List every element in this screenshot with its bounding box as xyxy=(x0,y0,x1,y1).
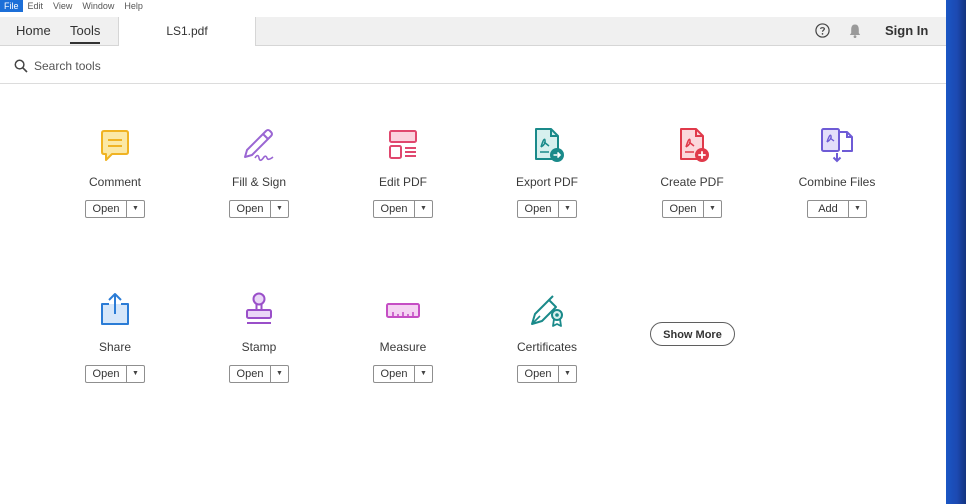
button-label: Open xyxy=(380,368,408,380)
button-label: Open xyxy=(92,203,120,215)
bell-icon[interactable] xyxy=(848,23,862,39)
open-button[interactable]: Open ▼ xyxy=(85,200,145,218)
tab-home[interactable]: Home xyxy=(16,17,51,45)
add-button[interactable]: Add ▼ xyxy=(807,200,867,218)
stamp-icon xyxy=(246,292,272,324)
tab-bar: Home Tools LS1.pdf Sign In xyxy=(0,17,946,46)
comment-icon xyxy=(101,130,129,161)
tool-label: Export PDF xyxy=(515,175,578,189)
edit-pdf-icon xyxy=(389,130,417,159)
create-pdf-icon xyxy=(680,128,709,162)
chevron-down-icon[interactable]: ▼ xyxy=(127,201,144,217)
tab-document[interactable]: LS1.pdf xyxy=(118,17,256,46)
menu-bar: File Edit View Window Help xyxy=(0,0,946,17)
button-label: Add xyxy=(818,203,838,215)
open-button[interactable]: Open ▼ xyxy=(85,365,145,383)
tool-label: Measure xyxy=(379,340,427,354)
fill-sign-icon xyxy=(244,129,274,162)
button-label: Open xyxy=(92,368,120,380)
tool-label: Fill & Sign xyxy=(231,175,287,189)
tool-label: Certificates xyxy=(516,340,578,354)
button-label: Open xyxy=(524,368,552,380)
button-label: Open xyxy=(380,203,408,215)
tab-tools[interactable]: Tools xyxy=(70,17,101,45)
help-circle-icon[interactable] xyxy=(815,23,830,38)
open-button[interactable]: Open ▼ xyxy=(517,200,577,218)
open-button[interactable]: Open ▼ xyxy=(229,200,289,218)
search-input[interactable] xyxy=(34,57,334,75)
open-button[interactable]: Open ▼ xyxy=(517,365,577,383)
certificates-icon xyxy=(531,295,563,327)
show-more-button[interactable]: Show More xyxy=(650,322,735,346)
open-button[interactable]: Open ▼ xyxy=(662,200,722,218)
search-icon xyxy=(14,59,28,73)
menu-file[interactable]: File xyxy=(0,0,23,12)
export-pdf-icon xyxy=(535,128,564,162)
open-button[interactable]: Open ▼ xyxy=(229,365,289,383)
chevron-down-icon[interactable]: ▼ xyxy=(849,201,866,217)
menu-help[interactable]: Help xyxy=(119,0,148,12)
chevron-down-icon[interactable]: ▼ xyxy=(704,201,721,217)
combine-files-icon xyxy=(821,128,853,163)
tool-label: Edit PDF xyxy=(378,175,427,189)
chevron-down-icon[interactable]: ▼ xyxy=(559,201,576,217)
desktop-background-edge xyxy=(946,0,966,504)
chevron-down-icon[interactable]: ▼ xyxy=(271,366,288,382)
menu-view[interactable]: View xyxy=(48,0,77,12)
button-label: Open xyxy=(524,203,552,215)
measure-icon xyxy=(386,303,420,318)
button-label: Open xyxy=(236,203,264,215)
button-label: Open xyxy=(236,368,264,380)
chevron-down-icon[interactable]: ▼ xyxy=(271,201,288,217)
chevron-down-icon[interactable]: ▼ xyxy=(415,201,432,217)
open-button[interactable]: Open ▼ xyxy=(373,200,433,218)
button-label: Open xyxy=(669,203,697,215)
share-icon xyxy=(101,293,129,325)
search-bar xyxy=(0,46,946,84)
tool-label: Share xyxy=(98,340,132,354)
tool-label: Comment xyxy=(88,175,141,189)
open-button[interactable]: Open ▼ xyxy=(373,365,433,383)
menu-window[interactable]: Window xyxy=(77,0,119,12)
menu-edit[interactable]: Edit xyxy=(23,0,49,12)
tool-label: Create PDF xyxy=(660,175,724,189)
chevron-down-icon[interactable]: ▼ xyxy=(415,366,432,382)
tool-label: Combine Files xyxy=(798,175,876,189)
sign-in-link[interactable]: Sign In xyxy=(885,17,928,45)
tool-label: Stamp xyxy=(241,340,277,354)
chevron-down-icon[interactable]: ▼ xyxy=(127,366,144,382)
chevron-down-icon[interactable]: ▼ xyxy=(559,366,576,382)
